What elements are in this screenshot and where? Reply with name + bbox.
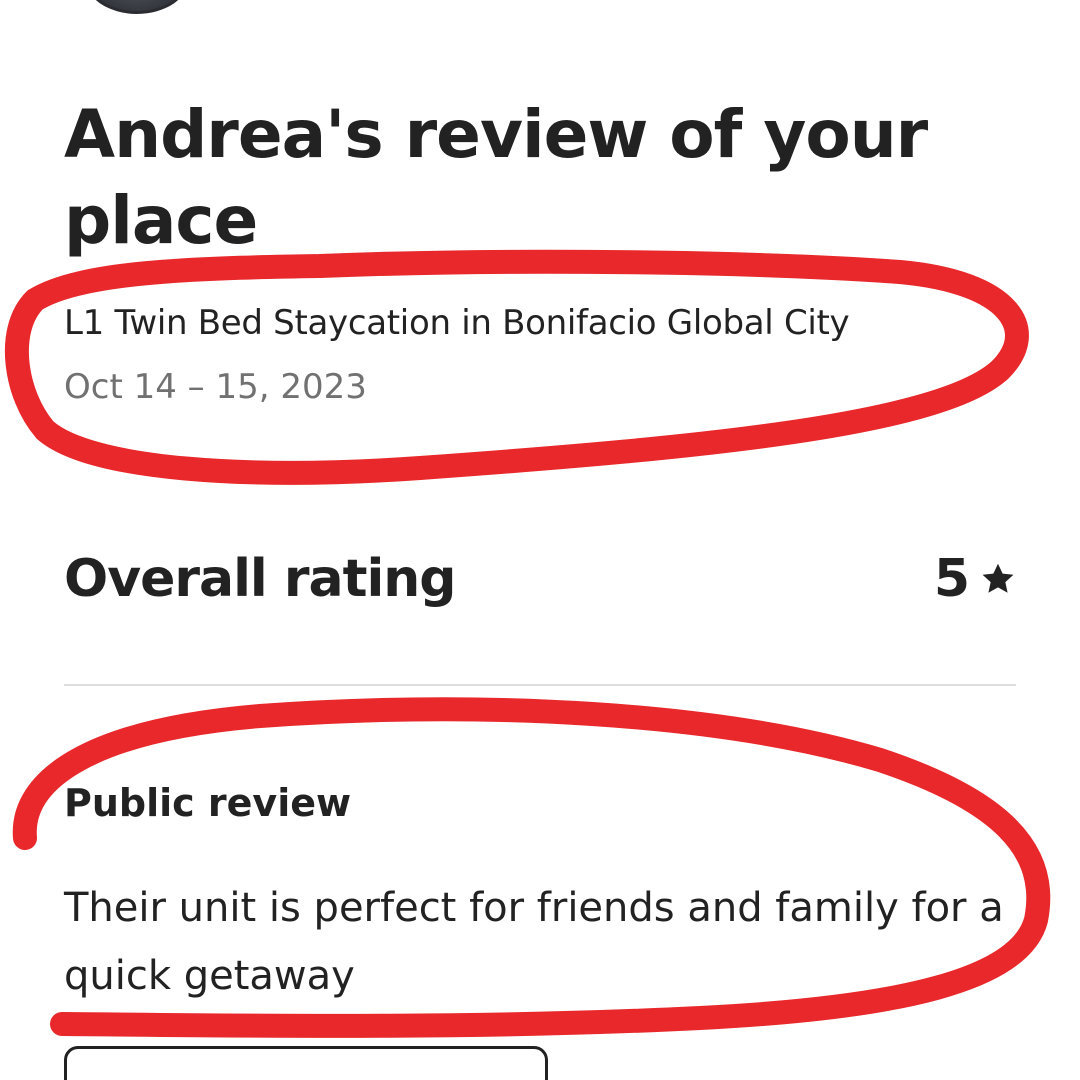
avatar xyxy=(85,0,189,14)
divider xyxy=(64,684,1016,686)
action-button[interactable] xyxy=(64,1046,548,1080)
public-review-heading: Public review xyxy=(64,781,352,825)
public-review-text: Their unit is perfect for friends and fa… xyxy=(64,885,1004,999)
page-title: Andrea's review of your place xyxy=(64,96,928,259)
stay-dates: Oct 14 – 15, 2023 xyxy=(64,367,367,407)
overall-rating-value: 5 xyxy=(934,544,1016,614)
listing-name: L1 Twin Bed Staycation in Bonifacio Glob… xyxy=(64,303,850,343)
star-icon xyxy=(980,561,1016,597)
overall-rating-label: Overall rating xyxy=(64,549,457,609)
rating-number: 5 xyxy=(933,549,970,609)
